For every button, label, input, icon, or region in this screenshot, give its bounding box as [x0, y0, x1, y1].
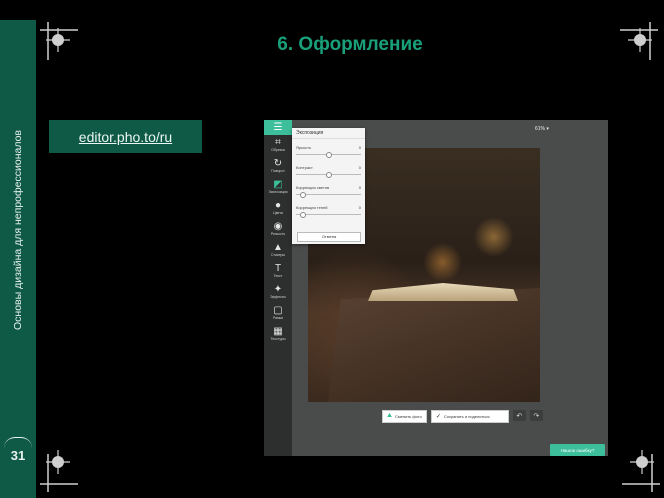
tool-label: Текст [273, 274, 283, 278]
photo-book [368, 283, 518, 301]
tool-label: Цвета [273, 211, 283, 215]
tool-stickers[interactable]: ▲ Стикеры [264, 243, 292, 258]
crop-icon: ⌗ [275, 137, 281, 148]
slider-knob[interactable] [326, 172, 332, 178]
tool-frames[interactable]: ▢ Рамки [264, 306, 292, 321]
slider-highlights[interactable]: Коррекция светов 0 [296, 185, 361, 198]
tool-label: Обрезка [271, 148, 285, 152]
slide-title: 6. Оформление [277, 34, 423, 55]
page-number-decoration [4, 437, 32, 448]
panel-title: Экспозиция [292, 128, 365, 139]
photo-table [328, 288, 540, 402]
sticker-icon: ▲ [273, 242, 283, 253]
save-share-label: Сохранить и поделиться [443, 414, 490, 419]
exposure-icon: ◩ [273, 179, 283, 190]
slider-label: Яркость [296, 145, 312, 150]
slider-shadows[interactable]: Коррекция теней 0 [296, 205, 361, 218]
tool-textures[interactable]: ▦ Текстуры [264, 327, 292, 342]
slider-contrast[interactable]: Контраст 0 [296, 165, 361, 178]
tool-label: Экспозиция [268, 190, 288, 194]
slider-value: 0 [358, 165, 361, 170]
tool-label: Поворот [271, 169, 285, 173]
menu-icon[interactable]: ☰ [264, 120, 292, 135]
sidebar-text: Основы дизайна для непрофессионалов [12, 129, 24, 331]
tool-label: Резкость [270, 232, 286, 236]
tool-rotate[interactable]: ↻ Поворот [264, 159, 292, 174]
tool-label: Эффекты [270, 295, 286, 299]
link-box[interactable]: editor.pho.to/ru [49, 120, 202, 153]
slider-label: Коррекция светов [296, 185, 330, 190]
save-share-button[interactable]: ✓ Сохранить и поделиться [430, 410, 509, 423]
tool-color[interactable]: ● Цвета [264, 201, 292, 216]
corner-ornament-bottom-right [622, 450, 660, 492]
slider-value: 0 [358, 185, 361, 190]
editor-link[interactable]: editor.pho.to/ru [79, 129, 172, 145]
corner-ornament-top-right [620, 22, 658, 60]
editor-toolbar: ☰ ⌗ Обрезка ↻ Поворот ◩ Экспозиция ● Цвета ◉… [264, 120, 292, 456]
report-error-button[interactable]: Нашли ошибку? [550, 444, 605, 456]
corner-ornament-top-left [40, 22, 78, 60]
exposure-panel: Экспозиция Яркость 0 Контраст 0 Коррекция … [292, 128, 365, 244]
effects-icon: ✦ [273, 284, 283, 295]
tool-crop[interactable]: ⌗ Обрезка [264, 138, 292, 153]
zoom-level[interactable]: 61% ▾ [535, 126, 549, 132]
redo-icon[interactable]: ↷ [529, 410, 543, 421]
editor-bottom-bar: ⛰ Сменить фото ✓ Сохранить и поделиться ↶ … [382, 410, 543, 423]
sharpness-icon: ◉ [273, 221, 283, 232]
frame-icon: ▢ [273, 305, 283, 316]
page-number: 31 [10, 448, 26, 463]
tool-label: Текстуры [270, 337, 286, 341]
image-icon: ⛰ [387, 413, 393, 419]
cancel-button[interactable]: Отмена [297, 232, 361, 242]
slider-value: 0 [358, 205, 361, 210]
rotate-icon: ↻ [273, 158, 283, 169]
tool-exposure[interactable]: ◩ Экспозиция [264, 180, 292, 195]
texture-icon: ▦ [273, 326, 283, 337]
slider-knob[interactable] [300, 192, 306, 198]
slider-knob[interactable] [326, 152, 332, 158]
tool-effects[interactable]: ✦ Эффекты [264, 285, 292, 300]
tool-label: Стикеры [270, 253, 286, 257]
photo-editor-screenshot: ☰ ⌗ Обрезка ↻ Поворот ◩ Экспозиция ● Цвета ◉… [264, 120, 608, 456]
slider-value: 0 [358, 145, 361, 150]
tool-sharpness[interactable]: ◉ Резкость [264, 222, 292, 237]
undo-icon[interactable]: ↶ [512, 410, 526, 421]
color-icon: ● [274, 200, 282, 211]
text-icon: T [274, 263, 282, 274]
corner-ornament-bottom-left [40, 450, 78, 492]
check-icon: ✓ [435, 414, 441, 420]
change-photo-button[interactable]: ⛰ Сменить фото [382, 410, 427, 423]
slider-label: Коррекция теней [296, 205, 328, 210]
tool-label: Рамки [272, 316, 284, 320]
slider-knob[interactable] [300, 212, 306, 218]
tool-text[interactable]: T Текст [264, 264, 292, 279]
slider-label: Контраст [296, 165, 313, 170]
change-photo-label: Сменить фото [395, 414, 422, 419]
slider-brightness[interactable]: Яркость 0 [296, 145, 361, 158]
